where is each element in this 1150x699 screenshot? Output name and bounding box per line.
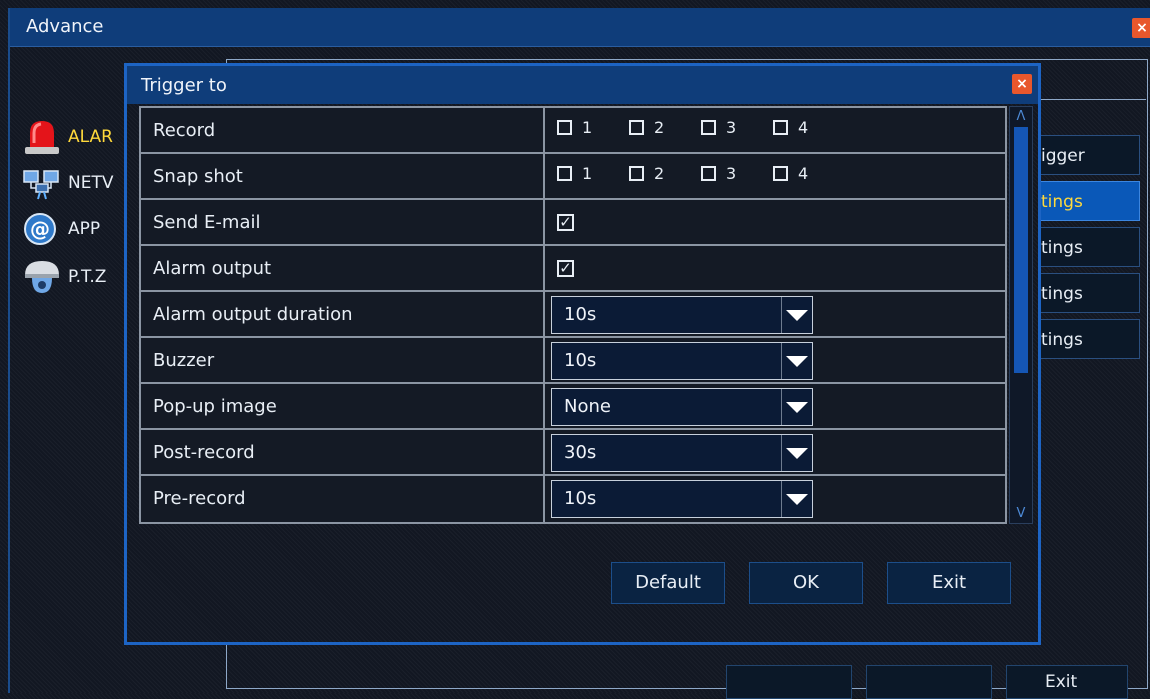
post-record-select[interactable]: 30s (551, 434, 813, 472)
chevron-down-icon (786, 310, 808, 321)
trigger-dialog-title-bar: Trigger to × (127, 66, 1038, 104)
alarm-output-duration-select[interactable]: 10s (551, 296, 813, 334)
trigger-settings-table: Record 1 2 3 4 Snap shot 1 2 3 4 Send E-… (139, 106, 1007, 524)
outer-exit-button[interactable]: Exit (1006, 665, 1128, 699)
sidebar-item-ptz[interactable]: P.T.Z (22, 257, 106, 297)
record-channel-2-label: 2 (654, 118, 665, 137)
snapshot-checkbox-4[interactable] (773, 166, 788, 181)
record-checkbox-4[interactable] (773, 120, 788, 135)
popup-image-select[interactable]: None (551, 388, 813, 426)
snap-shot-label: Snap shot (153, 166, 243, 187)
row-post-record: Post-record 30s (141, 430, 1005, 476)
popup-image-label: Pop-up image (153, 396, 277, 417)
trigger-dialog-body: Record 1 2 3 4 Snap shot 1 2 3 4 Send E-… (127, 104, 1038, 642)
alarm-output-checkbox[interactable]: ✓ (557, 260, 574, 277)
snapshot-channel-3-label: 3 (726, 164, 737, 183)
sidebar-label-network: NETV (68, 173, 114, 193)
chevron-down-icon (786, 356, 808, 367)
sidebar-label-alarm: ALAR (68, 127, 113, 147)
pre-record-label: Pre-record (153, 488, 246, 509)
snapshot-channel-4-label: 4 (798, 164, 809, 183)
settings-button-3[interactable]: tings (1032, 273, 1140, 313)
dialog-close-button[interactable]: × (1012, 74, 1032, 94)
record-channel-4-label: 4 (798, 118, 809, 137)
record-channel-1[interactable]: 1 (557, 118, 592, 137)
row-alarm-output-duration: Alarm output duration 10s (141, 292, 1005, 338)
row-send-email: Send E-mail ✓ (141, 200, 1005, 246)
buzzer-select[interactable]: 10s (551, 342, 813, 380)
popup-image-value: None (564, 396, 611, 417)
default-button[interactable]: Default (611, 562, 725, 604)
chevron-down-icon (786, 402, 808, 413)
trigger-dialog: Trigger to × Record 1 2 3 4 Snap shot 1 … (124, 63, 1041, 645)
settings-button-4[interactable]: tings (1032, 319, 1140, 359)
record-checkbox-3[interactable] (701, 120, 716, 135)
dome-camera-icon (22, 259, 62, 295)
snapshot-checkbox-1[interactable] (557, 166, 572, 181)
record-checkbox-2[interactable] (629, 120, 644, 135)
snapshot-channel-1-label: 1 (582, 164, 593, 183)
network-icon (22, 165, 62, 201)
scroll-up-icon[interactable]: Λ (1013, 109, 1029, 124)
alarm-output-duration-label: Alarm output duration (153, 304, 353, 325)
snapshot-channel-1[interactable]: 1 (557, 164, 592, 183)
post-record-label: Post-record (153, 442, 255, 463)
at-sign-icon: @ (22, 211, 62, 247)
snapshot-channel-2-label: 2 (654, 164, 665, 183)
alarm-output-duration-value: 10s (564, 304, 597, 325)
row-snap-shot: Snap shot 1 2 3 4 (141, 154, 1005, 200)
record-channel-3-label: 3 (726, 118, 737, 137)
sidebar-item-app[interactable]: @ APP (22, 209, 100, 249)
row-buzzer: Buzzer 10s (141, 338, 1005, 384)
advance-window-title: Advance (26, 16, 104, 37)
alarm-light-icon (22, 119, 62, 155)
hidden-button-middle[interactable] (866, 665, 992, 699)
record-channel-3[interactable]: 3 (701, 118, 736, 137)
trigger-dialog-title: Trigger to (141, 75, 227, 96)
ok-button[interactable]: OK (749, 562, 863, 604)
settings-button-2[interactable]: tings (1032, 227, 1140, 267)
sidebar-item-network[interactable]: NETV (22, 163, 113, 203)
scrollbar-thumb[interactable] (1014, 127, 1028, 373)
send-email-label: Send E-mail (153, 212, 261, 233)
buzzer-value: 10s (564, 350, 597, 371)
alarm-output-label: Alarm output (153, 258, 272, 279)
settings-button-1[interactable]: tings (1032, 181, 1140, 221)
advance-close-button[interactable]: × (1132, 18, 1150, 38)
advance-title-bar: Advance × (10, 8, 1150, 47)
snapshot-checkbox-3[interactable] (701, 166, 716, 181)
snapshot-channel-4[interactable]: 4 (773, 164, 808, 183)
sidebar-item-alarm[interactable]: ALAR (22, 117, 113, 157)
pre-record-select[interactable]: 10s (551, 480, 813, 518)
svg-text:@: @ (30, 217, 50, 241)
send-email-checkbox[interactable]: ✓ (557, 214, 574, 231)
record-label: Record (153, 120, 216, 141)
table-scrollbar[interactable]: Λ V (1009, 106, 1033, 524)
chevron-down-icon (786, 448, 808, 459)
record-checkbox-1[interactable] (557, 120, 572, 135)
buzzer-label: Buzzer (153, 350, 215, 371)
snapshot-channel-3[interactable]: 3 (701, 164, 736, 183)
record-channel-4[interactable]: 4 (773, 118, 808, 137)
row-alarm-output: Alarm output ✓ (141, 246, 1005, 292)
pre-record-value: 10s (564, 488, 597, 509)
chevron-down-icon (786, 494, 808, 505)
trigger-button[interactable]: igger (1032, 135, 1140, 175)
scroll-down-icon[interactable]: V (1013, 506, 1029, 521)
row-popup-image: Pop-up image None (141, 384, 1005, 430)
exit-button[interactable]: Exit (887, 562, 1011, 604)
record-channel-1-label: 1 (582, 118, 593, 137)
hidden-button-left[interactable] (726, 665, 852, 699)
row-pre-record: Pre-record 10s (141, 476, 1005, 522)
sidebar-label-app: APP (68, 219, 101, 239)
row-record: Record 1 2 3 4 (141, 108, 1005, 154)
record-channel-2[interactable]: 2 (629, 118, 664, 137)
snapshot-channel-2[interactable]: 2 (629, 164, 664, 183)
sidebar-label-ptz: P.T.Z (68, 267, 107, 287)
snapshot-checkbox-2[interactable] (629, 166, 644, 181)
post-record-value: 30s (564, 442, 597, 463)
